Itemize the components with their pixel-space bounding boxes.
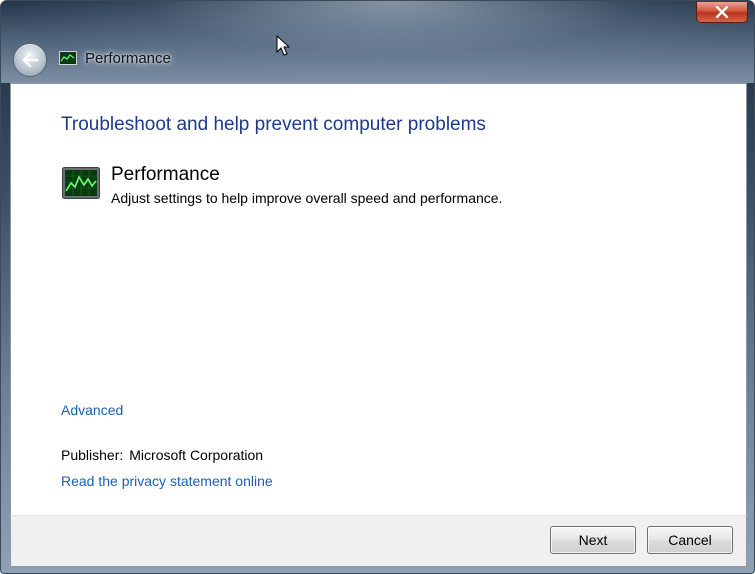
window-title: Performance [85,50,171,67]
publisher-label: Publisher: [61,447,124,463]
advanced-link[interactable]: Advanced [61,402,123,418]
close-button[interactable] [696,2,748,23]
troubleshooter-description: Adjust settings to help improve overall … [111,190,503,206]
privacy-statement-link[interactable]: Read the privacy statement online [61,473,273,489]
troubleshooter-window: Performance Troubleshoot and help preven… [0,0,755,574]
close-icon [715,6,729,18]
next-button[interactable]: Next [550,526,636,554]
troubleshooter-title[interactable]: Performance [111,164,220,186]
back-arrow-icon [22,52,39,68]
content-panel: Troubleshoot and help prevent computer p… [10,83,747,517]
mouse-pointer-icon [276,35,290,56]
page-heading: Troubleshoot and help prevent computer p… [61,114,486,135]
button-bar: Next Cancel [10,515,747,567]
performance-app-icon [59,51,77,65]
title-bar [1,1,754,83]
performance-monitor-icon [62,167,100,199]
cancel-button[interactable]: Cancel [647,526,733,554]
back-button[interactable] [13,43,47,77]
publisher-value: Microsoft Corporation [129,447,264,463]
publisher-line: Publisher: Microsoft Corporation [61,447,263,463]
